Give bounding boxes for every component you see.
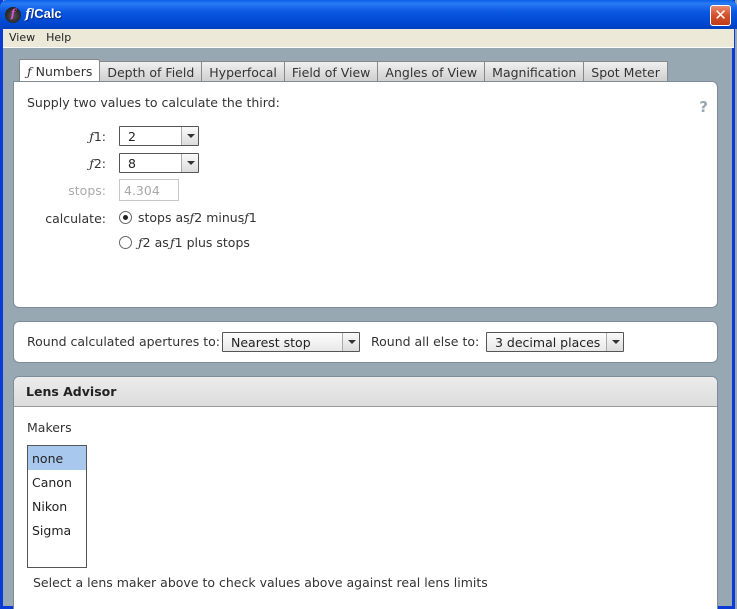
lens-advisor-header[interactable]: Lens Advisor bbox=[14, 377, 717, 407]
menu-help[interactable]: Help bbox=[40, 29, 76, 44]
round-else-value: 3 decimal places bbox=[495, 335, 601, 350]
chevron-down-icon[interactable] bbox=[606, 333, 623, 351]
f2-value: 8 bbox=[128, 156, 136, 171]
radio-button[interactable] bbox=[119, 236, 132, 249]
maker-item-sigma[interactable]: Sigma bbox=[28, 518, 86, 542]
menu-view[interactable]: View bbox=[3, 29, 40, 44]
f2-select[interactable]: 8 bbox=[119, 153, 199, 173]
f1-select[interactable]: 2 bbox=[119, 126, 199, 146]
round-else-label: Round all else to: bbox=[371, 334, 480, 349]
f2-label: ƒ2: bbox=[89, 156, 106, 171]
radio-stops-option[interactable]: stops as ƒ2 minus ƒ1 bbox=[119, 210, 257, 225]
rounding-panel: Round calculated apertures to: Nearest s… bbox=[13, 321, 718, 363]
help-icon[interactable]: ? bbox=[699, 98, 708, 116]
stops-label: stops: bbox=[68, 183, 106, 198]
maker-item-canon[interactable]: Canon bbox=[28, 470, 86, 494]
maker-item-none[interactable]: none bbox=[28, 446, 86, 470]
close-icon: ✕ bbox=[714, 6, 727, 24]
title-bar[interactable]: f f/Calc ✕ bbox=[0, 0, 737, 29]
tab-magnification[interactable]: Magnification bbox=[485, 61, 585, 82]
app-icon: f bbox=[5, 7, 21, 23]
app-window: f f/Calc ✕ View Help ƒ Numbers Depth of F… bbox=[0, 0, 737, 609]
radio-button-selected[interactable] bbox=[119, 211, 132, 224]
lens-advisor-panel: Lens Advisor Makers none Canon Nikon Sig… bbox=[13, 376, 718, 609]
maker-item-nikon[interactable]: Nikon bbox=[28, 494, 86, 518]
f1-value: 2 bbox=[128, 129, 136, 144]
tab-spot-meter[interactable]: Spot Meter bbox=[584, 61, 668, 82]
f1-label: ƒ1: bbox=[89, 129, 106, 144]
intro-text: Supply two values to calculate the third… bbox=[27, 95, 280, 110]
round-else-select[interactable]: 3 decimal places bbox=[486, 332, 624, 352]
stops-value: 4.304 bbox=[124, 183, 160, 198]
lens-advisor-title: Lens Advisor bbox=[26, 384, 117, 399]
menu-bar: View Help bbox=[3, 29, 734, 48]
radio-f2-option[interactable]: ƒ2 as ƒ1 plus stops bbox=[119, 235, 250, 250]
stops-field: 4.304 bbox=[119, 179, 179, 201]
tab-bar: ƒ Numbers Depth of Field Hyperfocal Fiel… bbox=[19, 59, 668, 83]
f-numbers-panel: Supply two values to calculate the third… bbox=[13, 81, 718, 308]
tab-angles-of-view[interactable]: Angles of View bbox=[378, 61, 486, 82]
round-apertures-value: Nearest stop bbox=[231, 335, 311, 350]
lens-advisor-note: Select a lens maker above to check value… bbox=[33, 575, 488, 590]
tab-f-numbers[interactable]: ƒ Numbers bbox=[19, 59, 101, 83]
close-button[interactable]: ✕ bbox=[710, 5, 731, 26]
tab-depth-of-field[interactable]: Depth of Field bbox=[100, 61, 203, 82]
round-apertures-label: Round calculated apertures to: bbox=[27, 334, 221, 349]
window-title: f/Calc bbox=[25, 6, 62, 22]
calculate-label: calculate: bbox=[45, 211, 106, 226]
chevron-down-icon[interactable] bbox=[181, 127, 198, 145]
makers-listbox[interactable]: none Canon Nikon Sigma bbox=[27, 445, 87, 568]
round-apertures-select[interactable]: Nearest stop bbox=[222, 332, 360, 352]
chevron-down-icon[interactable] bbox=[181, 154, 198, 172]
makers-label: Makers bbox=[27, 420, 72, 435]
tab-hyperfocal[interactable]: Hyperfocal bbox=[202, 61, 285, 82]
tab-field-of-view[interactable]: Field of View bbox=[284, 61, 379, 82]
chevron-down-icon[interactable] bbox=[342, 333, 359, 351]
